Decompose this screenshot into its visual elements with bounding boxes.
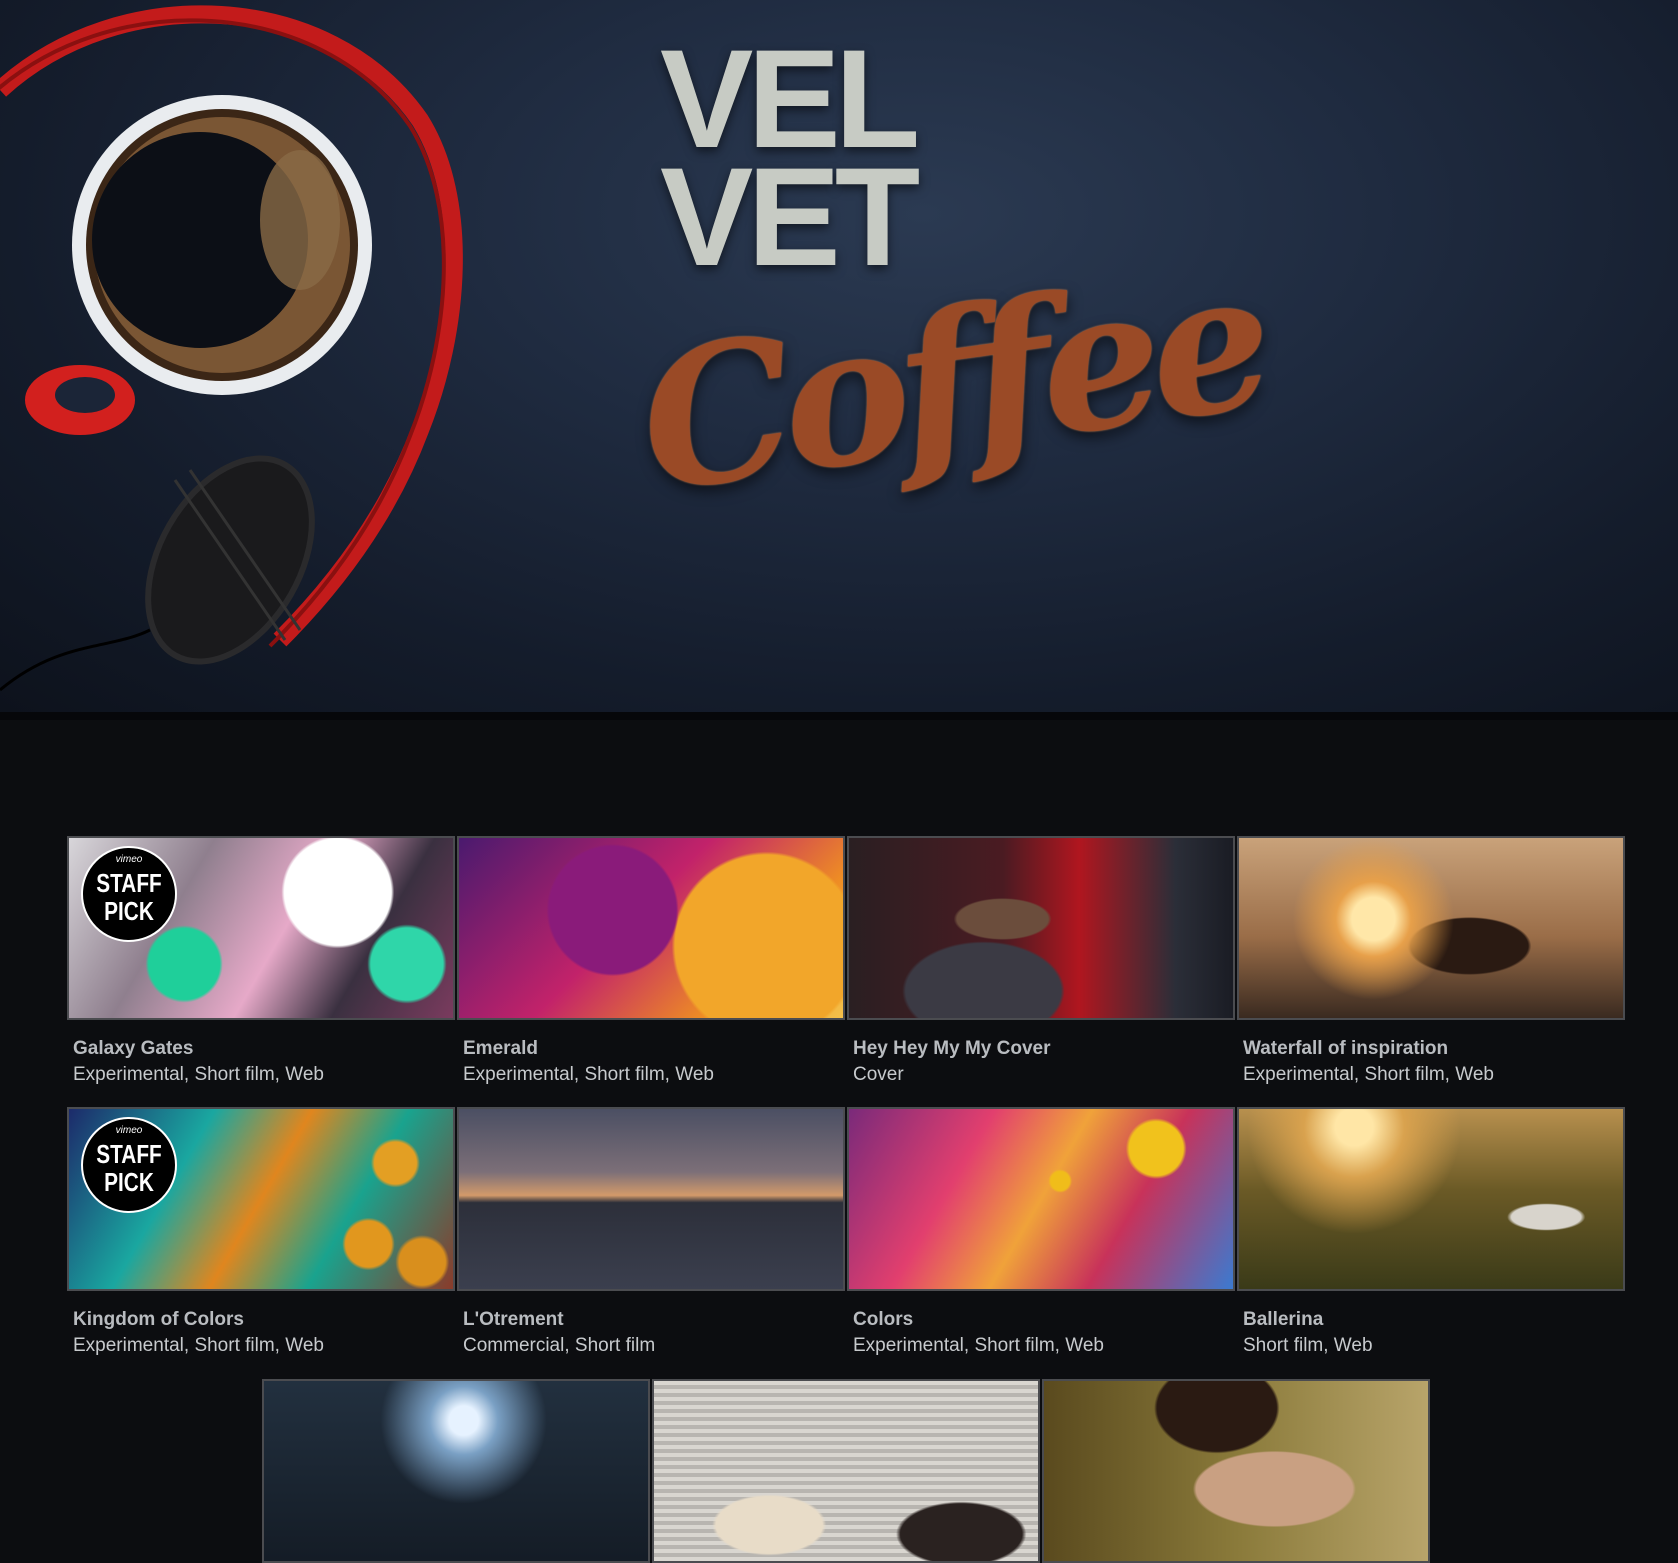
video-tags: Experimental, Short film, Web — [463, 1064, 714, 1085]
video-thumbnail[interactable]: vimeo STAFF PICK — [67, 1107, 455, 1291]
video-thumbnail[interactable] — [847, 836, 1235, 1020]
video-title[interactable]: Waterfall of inspiration — [1243, 1038, 1448, 1060]
video-title[interactable]: Colors — [853, 1309, 913, 1331]
badge-line-1: STAFF — [96, 868, 162, 898]
badge-brand: vimeo — [115, 854, 143, 865]
video-tags: Experimental, Short film, Web — [853, 1335, 1104, 1356]
coffee-cup-icon — [25, 95, 372, 435]
badge-line-2: PICK — [104, 1167, 154, 1197]
video-title[interactable]: Kingdom of Colors — [73, 1309, 244, 1331]
brand-logo: VEL VET — [660, 29, 920, 295]
staff-pick-badge-icon: vimeo STAFF PICK — [81, 846, 177, 942]
video-thumbnail[interactable]: vimeo STAFF PICK — [67, 836, 455, 1020]
video-tags: Commercial, Short film — [463, 1335, 656, 1356]
logo-line-2: VET — [660, 138, 920, 295]
video-thumbnail[interactable] — [262, 1379, 650, 1563]
video-thumbnail[interactable] — [1237, 836, 1625, 1020]
video-thumbnail[interactable] — [457, 836, 845, 1020]
video-tags: Cover — [853, 1064, 904, 1085]
video-title[interactable]: Ballerina — [1243, 1309, 1323, 1331]
hero-banner: VEL VET Coffee — [0, 0, 1678, 712]
hero-divider — [0, 712, 1678, 720]
video-thumbnail[interactable] — [847, 1107, 1235, 1291]
video-tags: Experimental, Short film, Web — [73, 1064, 324, 1085]
video-tags: Short film, Web — [1243, 1335, 1373, 1356]
video-thumbnail[interactable] — [1042, 1379, 1430, 1563]
video-thumbnail[interactable] — [652, 1379, 1040, 1563]
video-title[interactable]: L'Otrement — [463, 1309, 564, 1331]
video-thumbnail[interactable] — [1237, 1107, 1625, 1291]
video-tags: Experimental, Short film, Web — [1243, 1064, 1494, 1085]
video-title[interactable]: Emerald — [463, 1038, 538, 1060]
badge-brand: vimeo — [115, 1125, 143, 1136]
video-thumbnail[interactable] — [457, 1107, 845, 1291]
video-title[interactable]: Galaxy Gates — [73, 1038, 193, 1060]
badge-line-2: PICK — [104, 896, 154, 926]
badge-line-1: STAFF — [96, 1139, 162, 1169]
video-title[interactable]: Hey Hey My My Cover — [853, 1038, 1050, 1060]
video-tags: Experimental, Short film, Web — [73, 1335, 324, 1356]
staff-pick-badge-icon: vimeo STAFF PICK — [81, 1117, 177, 1213]
